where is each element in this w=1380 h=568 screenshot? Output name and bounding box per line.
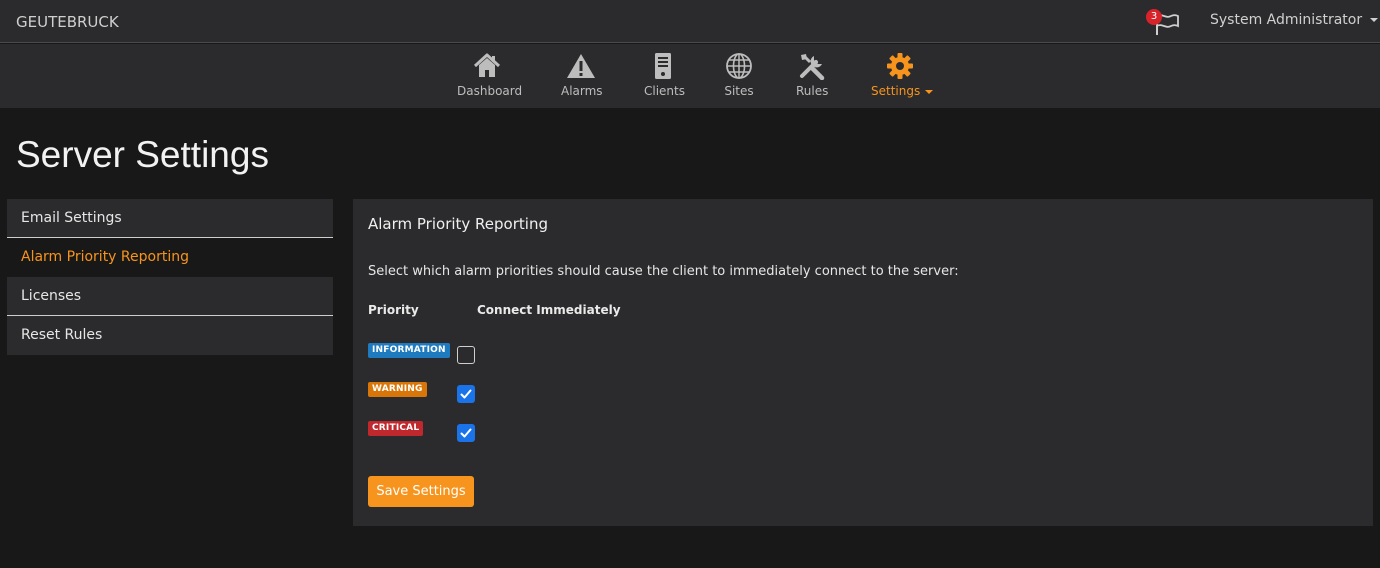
notification-count-badge: 3: [1146, 9, 1162, 25]
sidebar-item-email-settings[interactable]: Email Settings: [7, 199, 333, 238]
sidebar-item-alarm-priority-reporting[interactable]: Alarm Priority Reporting: [7, 238, 333, 277]
sidebar-item-reset-rules[interactable]: Reset Rules: [7, 316, 333, 355]
column-header-priority: Priority: [368, 303, 419, 317]
warning-connect-checkbox[interactable]: [457, 385, 475, 403]
sidebar-item-licenses[interactable]: Licenses: [7, 277, 333, 316]
priority-badge-information: INFORMATION: [368, 343, 450, 358]
page-title: Server Settings: [16, 134, 269, 175]
server-icon: [644, 52, 682, 82]
nav-settings[interactable]: Settings: [871, 52, 934, 98]
top-bar: GEUTEBRUCK 3 System Administrator: [0, 0, 1380, 43]
user-name: System Administrator: [1210, 12, 1363, 28]
chevron-down-icon: [1370, 18, 1379, 22]
nav-label: Settings: [871, 84, 921, 98]
priority-badge-warning: WARNING: [368, 382, 427, 397]
save-settings-button[interactable]: Save Settings: [368, 476, 474, 507]
critical-connect-checkbox[interactable]: [457, 424, 475, 442]
nav-label: Clients: [644, 84, 685, 98]
user-menu[interactable]: System Administrator: [1210, 12, 1379, 28]
main-nav: Dashboard Alarms Clients Sites Rules Set…: [0, 44, 1380, 108]
nav-label: Alarms: [561, 84, 603, 98]
checkmark-icon: [460, 389, 472, 399]
chevron-down-icon: [925, 89, 934, 94]
panel-description: Select which alarm priorities should cau…: [368, 264, 959, 279]
notifications-button[interactable]: 3: [1146, 9, 1186, 37]
information-connect-checkbox[interactable]: [457, 346, 475, 364]
settings-side-menu: Email Settings Alarm Priority Reporting …: [7, 199, 333, 355]
panel-title: Alarm Priority Reporting: [368, 215, 548, 233]
brand-logo[interactable]: GEUTEBRUCK: [16, 13, 119, 31]
column-header-connect-immediately: Connect Immediately: [477, 303, 621, 317]
nav-label: Rules: [796, 84, 829, 98]
priority-badge-critical: CRITICAL: [368, 421, 424, 436]
nav-rules[interactable]: Rules: [796, 52, 828, 98]
nav-sites[interactable]: Sites: [724, 52, 754, 98]
nav-dashboard[interactable]: Dashboard: [457, 52, 522, 98]
gear-icon: [871, 52, 929, 82]
nav-clients[interactable]: Clients: [644, 52, 685, 98]
warning-icon: [561, 52, 601, 82]
nav-label: Sites: [724, 84, 754, 98]
nav-label: Dashboard: [457, 84, 523, 98]
checkmark-icon: [460, 428, 472, 438]
nav-alarms[interactable]: Alarms: [561, 52, 603, 98]
home-icon: [457, 52, 517, 82]
alarm-priority-panel: Alarm Priority Reporting Select which al…: [353, 199, 1373, 526]
globe-icon: [724, 52, 754, 82]
tools-icon: [796, 52, 828, 82]
